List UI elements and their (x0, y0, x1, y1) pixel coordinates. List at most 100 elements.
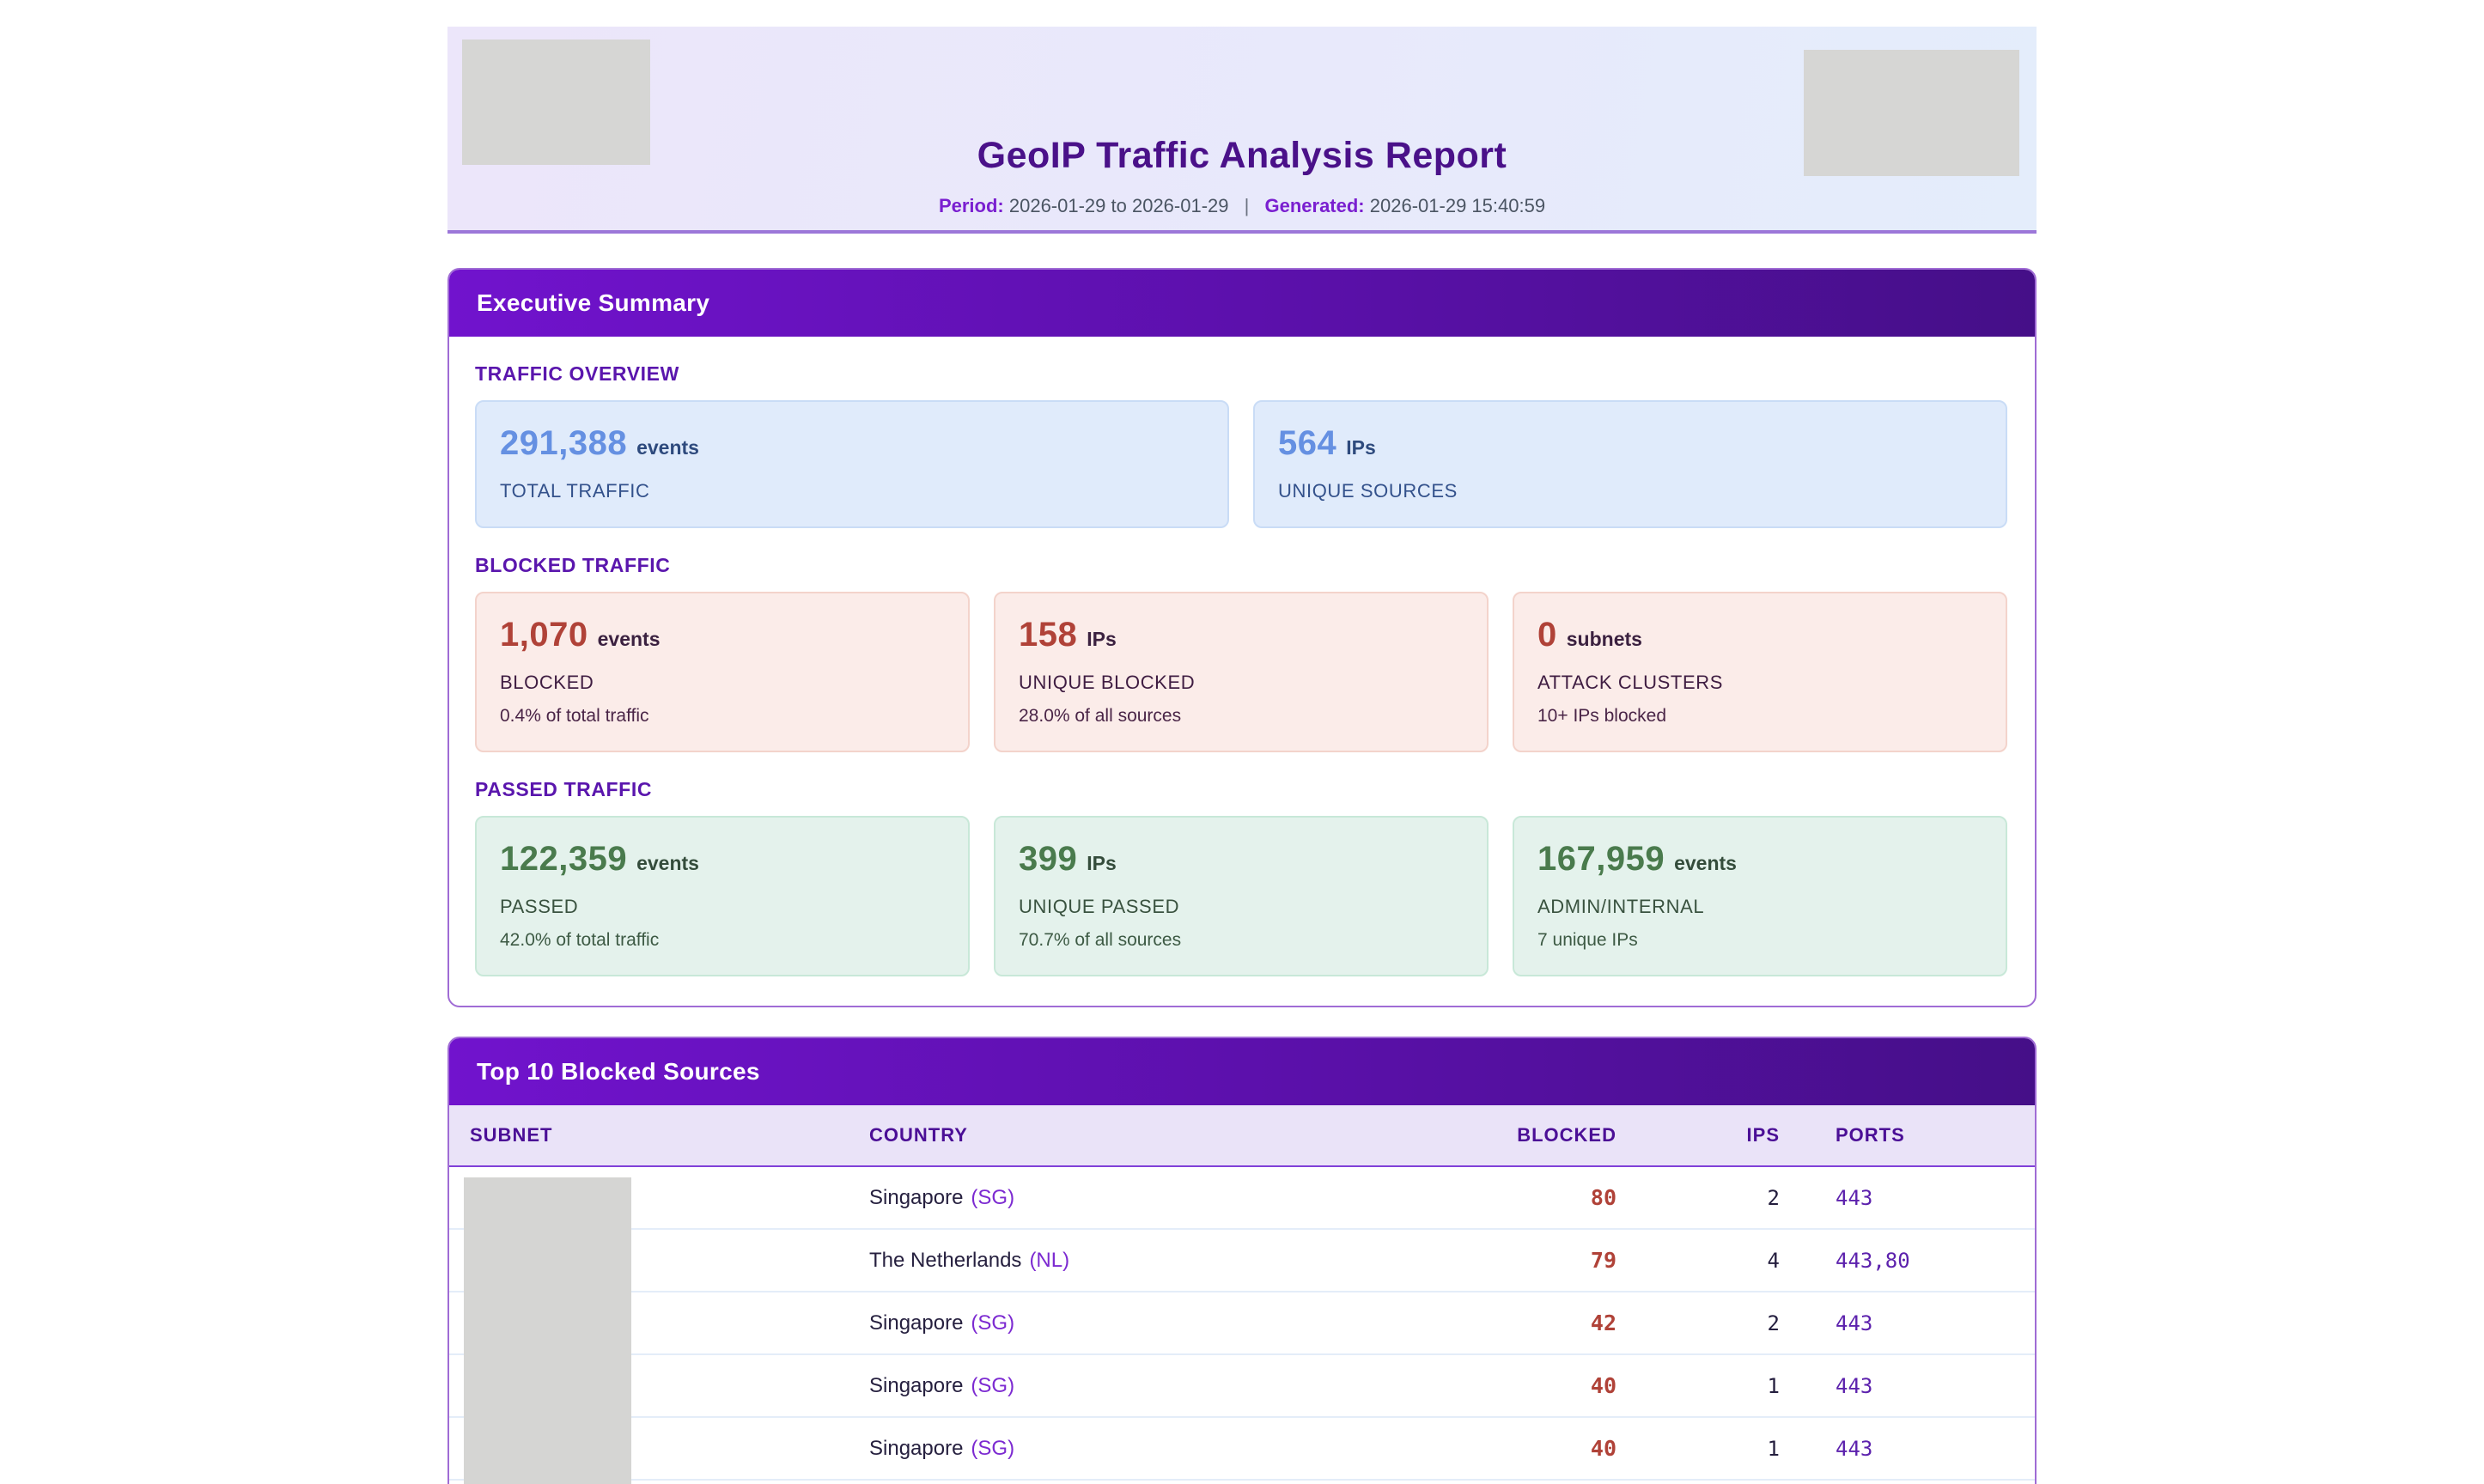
stat-value: 158 (1019, 616, 1077, 654)
stat-unit: events (636, 852, 699, 875)
country-code: (SG) (971, 1437, 1014, 1460)
stat-card-unique-sources: 564 IPs UNIQUE SOURCES (1253, 400, 2007, 528)
ips-count-cell: 2 (1634, 1292, 1797, 1354)
country-code: (SG) (971, 1374, 1014, 1397)
stat-sub: 28.0% of all sources (1019, 706, 1461, 727)
executive-summary-body: TRAFFIC OVERVIEW 291,388 events TOTAL TR… (449, 337, 2035, 1006)
period-value: 2026-01-29 to 2026-01-29 (1009, 195, 1229, 216)
ports-cell: 443 (1797, 1354, 2035, 1417)
generated-value: 2026-01-29 15:40:59 (1370, 195, 1545, 216)
stat-label: UNIQUE SOURCES (1278, 480, 1980, 502)
stat-card-total-traffic: 291,388 events TOTAL TRAFFIC (475, 400, 1229, 528)
stat-value: 167,959 (1537, 840, 1665, 879)
country-cell: Singapore (SG) (869, 1292, 1462, 1354)
stat-sub: 10+ IPs blocked (1537, 706, 1980, 727)
country-name: Singapore (869, 1437, 963, 1460)
stat-label: TOTAL TRAFFIC (500, 480, 1202, 502)
section-label: BLOCKED TRAFFIC (475, 554, 2007, 577)
country-cell: Singapore (SG) (869, 1417, 1462, 1480)
report-header: GeoIP Traffic Analysis Report Period: 20… (447, 27, 2037, 234)
ports-cell: 443,80 (1797, 1229, 2035, 1292)
column-header-ports: PORTS (1797, 1105, 2035, 1166)
ports-cell: 443 (1797, 1292, 2035, 1354)
column-header-ips: IPS (1634, 1105, 1797, 1166)
stat-label: UNIQUE PASSED (1019, 896, 1461, 918)
table-row: Singapore (SG) 80 2 443 (449, 1166, 2035, 1229)
ports-cell: 443 (1797, 1480, 2035, 1484)
executive-summary-panel: Executive Summary TRAFFIC OVERVIEW 291,3… (447, 268, 2037, 1007)
country-name: Singapore (869, 1311, 963, 1335)
table-row: Singapore (SG) 40 1 443 (449, 1354, 2035, 1417)
country-cell: The Netherlands(NL) (869, 1229, 1462, 1292)
page-title: GeoIP Traffic Analysis Report (447, 135, 2037, 177)
card-row: 122,359 events PASSED 42.0% of total tra… (475, 816, 2007, 976)
stat-card-attack-clusters: 0 subnets ATTACK CLUSTERS 10+ IPs blocke… (1513, 592, 2007, 752)
report-meta: Period: 2026-01-29 to 2026-01-29 | Gener… (447, 195, 2037, 217)
country-cell: Singapore (SG) (869, 1166, 1462, 1229)
country-cell: India(IN) (869, 1480, 1462, 1484)
card-row: 291,388 events TOTAL TRAFFIC 564 IPs UNI… (475, 400, 2007, 528)
ips-count-cell: 4 (1634, 1229, 1797, 1292)
country-code: (SG) (971, 1311, 1014, 1335)
stat-sub: 70.7% of all sources (1019, 930, 1461, 951)
stat-unit: subnets (1567, 628, 1642, 651)
section-label: PASSED TRAFFIC (475, 778, 2007, 801)
ips-count-cell: 1 (1634, 1480, 1797, 1484)
stat-unit: events (598, 628, 661, 651)
blocked-count-cell: 40 (1462, 1417, 1634, 1480)
ips-count-cell: 1 (1634, 1417, 1797, 1480)
country-name: Singapore (869, 1374, 963, 1397)
stat-unit: events (1674, 852, 1737, 875)
stat-sub: 0.4% of total traffic (500, 706, 942, 727)
country-name: The Netherlands (869, 1249, 1021, 1272)
period-label: Period: (939, 195, 1004, 216)
stat-unit: IPs (1087, 628, 1117, 651)
subnet-redaction-block (464, 1177, 631, 1484)
country-cell: Singapore (SG) (869, 1354, 1462, 1417)
stat-unit: IPs (1087, 852, 1117, 875)
table-row: India(IN) 39 1 443 (449, 1480, 2035, 1484)
table-header-row: SUBNET COUNTRY BLOCKED IPS PORTS (449, 1105, 2035, 1166)
report-container: GeoIP Traffic Analysis Report Period: 20… (447, 27, 2037, 1484)
blocked-count-cell: 42 (1462, 1292, 1634, 1354)
ports-cell: 443 (1797, 1166, 2035, 1229)
section-blocked-traffic: BLOCKED TRAFFIC 1,070 events BLOCKED 0.4… (475, 554, 2007, 752)
stat-value: 122,359 (500, 840, 627, 879)
blocked-count-cell: 79 (1462, 1229, 1634, 1292)
ports-cell: 443 (1797, 1417, 2035, 1480)
stat-sub: 42.0% of total traffic (500, 930, 942, 951)
stat-value: 0 (1537, 616, 1557, 654)
stat-card-unique-passed: 399 IPs UNIQUE PASSED 70.7% of all sourc… (994, 816, 1489, 976)
blocked-count-cell: 80 (1462, 1166, 1634, 1229)
table-row: Singapore (SG) 40 1 443 (449, 1417, 2035, 1480)
table-row: Singapore (SG) 42 2 443 (449, 1292, 2035, 1354)
stat-sub: 7 unique IPs (1537, 930, 1980, 951)
blocked-count-cell: 39 (1462, 1480, 1634, 1484)
stat-value: 1,070 (500, 616, 588, 654)
section-passed-traffic: PASSED TRAFFIC 122,359 events PASSED 42.… (475, 778, 2007, 976)
card-row: 1,070 events BLOCKED 0.4% of total traff… (475, 592, 2007, 752)
stat-label: ADMIN/INTERNAL (1537, 896, 1980, 918)
stat-label: ATTACK CLUSTERS (1537, 672, 1980, 694)
stat-card-admin-internal: 167,959 events ADMIN/INTERNAL 7 unique I… (1513, 816, 2007, 976)
blocked-sources-title: Top 10 Blocked Sources (449, 1038, 2035, 1105)
stat-value: 564 (1278, 424, 1336, 463)
stat-card-blocked: 1,070 events BLOCKED 0.4% of total traff… (475, 592, 970, 752)
ips-count-cell: 1 (1634, 1354, 1797, 1417)
ips-count-cell: 2 (1634, 1166, 1797, 1229)
section-label: TRAFFIC OVERVIEW (475, 362, 2007, 386)
table-row: The Netherlands(NL) 79 4 443,80 (449, 1229, 2035, 1292)
column-header-blocked: BLOCKED (1462, 1105, 1634, 1166)
column-header-subnet: SUBNET (449, 1105, 869, 1166)
stat-unit: IPs (1346, 436, 1376, 459)
section-traffic-overview: TRAFFIC OVERVIEW 291,388 events TOTAL TR… (475, 362, 2007, 528)
column-header-country: COUNTRY (869, 1105, 1462, 1166)
blocked-sources-table: SUBNET COUNTRY BLOCKED IPS PORTS Singapo… (449, 1105, 2035, 1484)
meta-separator: | (1245, 195, 1250, 216)
country-name: Singapore (869, 1186, 963, 1209)
executive-summary-title: Executive Summary (449, 270, 2035, 337)
blocked-count-cell: 40 (1462, 1354, 1634, 1417)
generated-label: Generated: (1264, 195, 1364, 216)
stat-card-passed: 122,359 events PASSED 42.0% of total tra… (475, 816, 970, 976)
country-code: (SG) (971, 1186, 1014, 1209)
